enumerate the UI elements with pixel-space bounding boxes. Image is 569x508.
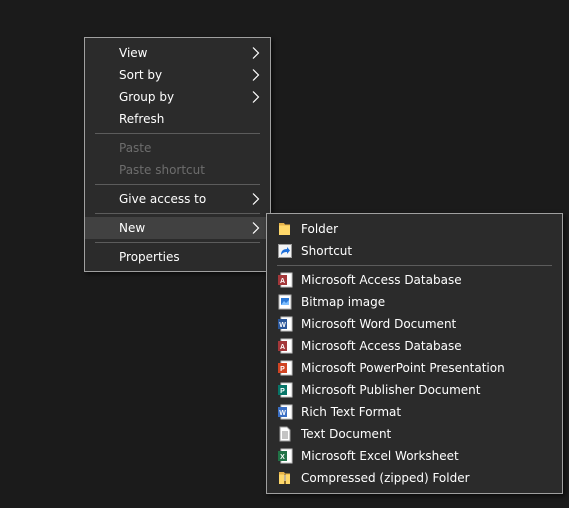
svg-text:P: P (280, 366, 285, 373)
menu-item-sort-by[interactable]: Sort by (85, 64, 270, 86)
menu-item-label: View (119, 46, 148, 60)
menu-item-label: Shortcut (301, 244, 353, 258)
menu-item-label: Give access to (119, 192, 207, 206)
folder-icon (277, 221, 293, 237)
bitmap-icon (277, 294, 293, 310)
menu-item-label: Rich Text Format (301, 405, 402, 419)
shortcut-icon (277, 243, 293, 259)
menu-item-paste-shortcut[interactable]: Paste shortcut (85, 159, 270, 181)
svg-text:X: X (280, 454, 285, 461)
menu-item-label: Compressed (zipped) Folder (301, 471, 470, 485)
menu-item-label: Paste (119, 141, 152, 155)
menu-item-label: Microsoft Access Database (301, 339, 462, 353)
menu-item-label: Microsoft Word Document (301, 317, 457, 331)
svg-text:A: A (280, 344, 285, 351)
menu-item-label: Properties (119, 250, 180, 264)
new-item-publisher-document[interactable]: P Microsoft Publisher Document (267, 379, 562, 401)
menu-item-label: Bitmap image (301, 295, 386, 309)
menu-item-view[interactable]: View (85, 42, 270, 64)
new-item-access-database-2[interactable]: A Microsoft Access Database (267, 335, 562, 357)
menu-item-label: Paste shortcut (119, 163, 205, 177)
menu-item-label: Sort by (119, 68, 163, 82)
desktop-context-menu: View Sort by Group by Refresh Paste Past… (84, 37, 271, 272)
desktop[interactable]: View Sort by Group by Refresh Paste Past… (0, 0, 569, 508)
menu-item-label: Microsoft Access Database (301, 273, 462, 287)
new-item-rich-text-format[interactable]: W Rich Text Format (267, 401, 562, 423)
svg-text:W: W (279, 410, 286, 417)
new-item-shortcut[interactable]: Shortcut (267, 240, 562, 262)
menu-item-group-by[interactable]: Group by (85, 86, 270, 108)
text-document-icon (277, 426, 293, 442)
publisher-icon: P (277, 382, 293, 398)
access-icon: A (277, 272, 293, 288)
svg-text:A: A (280, 278, 285, 285)
new-item-text-document[interactable]: Text Document (267, 423, 562, 445)
menu-item-properties[interactable]: Properties (85, 246, 270, 268)
new-item-excel-worksheet[interactable]: X Microsoft Excel Worksheet (267, 445, 562, 467)
menu-item-label: Group by (119, 90, 175, 104)
new-item-access-database[interactable]: A Microsoft Access Database (267, 269, 562, 291)
menu-separator (95, 242, 260, 243)
menu-item-label: Microsoft Excel Worksheet (301, 449, 459, 463)
menu-separator (95, 133, 260, 134)
menu-item-give-access-to[interactable]: Give access to (85, 188, 270, 210)
new-item-compressed-folder[interactable]: Compressed (zipped) Folder (267, 467, 562, 489)
svg-text:W: W (279, 322, 286, 329)
menu-item-label: New (119, 221, 146, 235)
new-item-powerpoint-presentation[interactable]: P Microsoft PowerPoint Presentation (267, 357, 562, 379)
chevron-right-icon (252, 188, 262, 210)
menu-item-paste[interactable]: Paste (85, 137, 270, 159)
menu-item-refresh[interactable]: Refresh (85, 108, 270, 130)
chevron-right-icon (252, 217, 262, 239)
menu-item-label: Refresh (119, 112, 165, 126)
new-submenu: Folder Shortcut A Microsoft Access Datab… (266, 213, 563, 494)
chevron-right-icon (252, 64, 262, 86)
word-icon: W (277, 316, 293, 332)
wordpad-icon: W (277, 404, 293, 420)
menu-item-label: Microsoft Publisher Document (301, 383, 481, 397)
powerpoint-icon: P (277, 360, 293, 376)
menu-separator (277, 265, 552, 266)
menu-separator (95, 213, 260, 214)
menu-item-label: Folder (301, 222, 339, 236)
svg-text:P: P (280, 388, 285, 395)
chevron-right-icon (252, 42, 262, 64)
new-item-folder[interactable]: Folder (267, 218, 562, 240)
access-icon: A (277, 338, 293, 354)
chevron-right-icon (252, 86, 262, 108)
new-item-word-document[interactable]: W Microsoft Word Document (267, 313, 562, 335)
zip-folder-icon (277, 470, 293, 486)
menu-item-new[interactable]: New (85, 217, 270, 239)
excel-icon: X (277, 448, 293, 464)
new-item-bitmap-image[interactable]: Bitmap image (267, 291, 562, 313)
menu-item-label: Text Document (301, 427, 392, 441)
menu-separator (95, 184, 260, 185)
menu-item-label: Microsoft PowerPoint Presentation (301, 361, 505, 375)
